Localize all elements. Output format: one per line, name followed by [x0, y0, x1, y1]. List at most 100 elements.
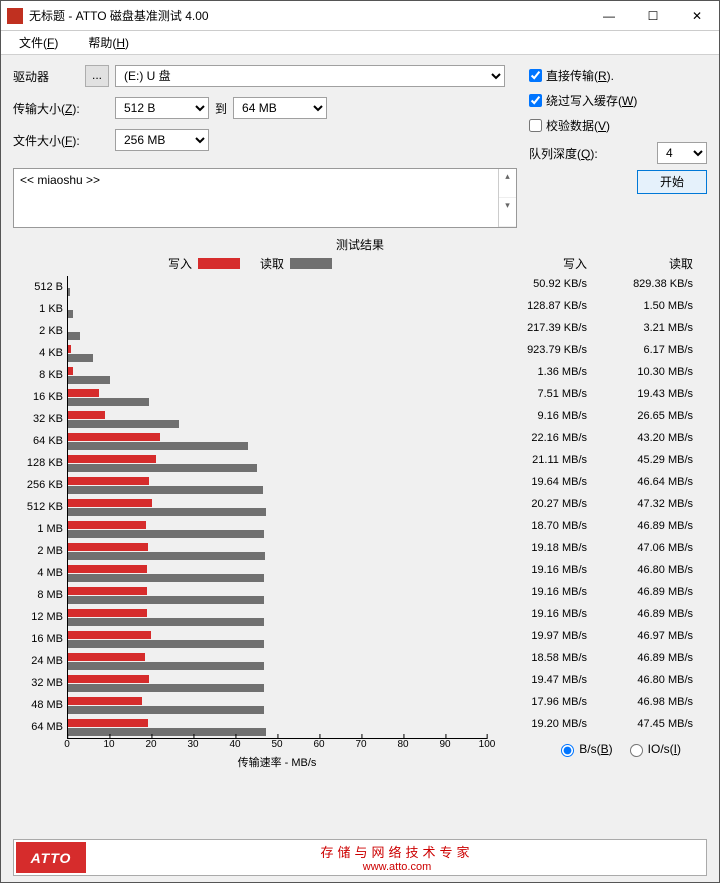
menubar: 文件(F) 帮助(H): [1, 31, 719, 55]
read-bar: [67, 420, 179, 428]
bar-row: [67, 672, 487, 694]
read-bar: [67, 596, 264, 604]
read-bar: [67, 728, 266, 736]
value-row: 923.79 KB/s6.17 MB/s: [491, 339, 693, 361]
start-button[interactable]: 开始: [637, 170, 707, 194]
value-row: 19.16 MB/s46.89 MB/s: [491, 603, 693, 625]
menu-file[interactable]: 文件(F): [7, 32, 70, 53]
results-title: 测试结果: [13, 236, 707, 253]
value-row: 21.11 MB/s45.29 MB/s: [491, 449, 693, 471]
write-swatch: [198, 258, 240, 269]
bar-row: [67, 474, 487, 496]
ylabel: 48 MB: [13, 694, 67, 716]
value-row: 217.39 KB/s3.21 MB/s: [491, 317, 693, 339]
write-bar: [67, 697, 142, 705]
value-row: 19.47 MB/s46.80 MB/s: [491, 669, 693, 691]
footer: ATTO 存储与网络技术专家 www.atto.com: [13, 839, 707, 876]
xtick: 100: [479, 739, 496, 750]
window-buttons: — ☐ ✕: [587, 1, 719, 30]
queue-depth-select[interactable]: 4: [657, 142, 707, 164]
transfer-size-to-select[interactable]: 64 MB: [233, 97, 327, 119]
to-label: 到: [215, 100, 227, 117]
read-bar: [67, 662, 264, 670]
ylabel: 24 MB: [13, 650, 67, 672]
read-bar: [67, 530, 264, 538]
window-title: 无标题 - ATTO 磁盘基准测试 4.00: [29, 7, 587, 24]
value-row: 18.70 MB/s46.89 MB/s: [491, 515, 693, 537]
xtick: 60: [313, 739, 324, 750]
bar-row: [67, 276, 487, 298]
drive-browse-button[interactable]: ...: [85, 65, 109, 87]
transfer-size-label: 传输大小(Z):: [13, 100, 85, 117]
bar-row: [67, 562, 487, 584]
read-bar: [67, 486, 263, 494]
maximize-button[interactable]: ☐: [631, 1, 675, 30]
ylabel: 4 KB: [13, 342, 67, 364]
value-row: 1.36 MB/s10.30 MB/s: [491, 361, 693, 383]
ylabel: 512 KB: [13, 496, 67, 518]
titlebar: 无标题 - ATTO 磁盘基准测试 4.00 — ☐ ✕: [1, 1, 719, 31]
value-row: 128.87 KB/s1.50 MB/s: [491, 295, 693, 317]
footer-url: www.atto.com: [88, 861, 706, 873]
bar-row: [67, 496, 487, 518]
bypass-cache-checkbox[interactable]: 绕过写入缓存(W): [529, 92, 707, 109]
read-bar: [67, 508, 266, 516]
col-read-header: 读取: [587, 255, 693, 272]
chart-xaxis: 传输速率 - MB/s 0102030405060708090100: [67, 738, 487, 768]
menu-help[interactable]: 帮助(H): [76, 32, 141, 53]
ylabel: 8 MB: [13, 584, 67, 606]
value-row: 22.16 MB/s43.20 MB/s: [491, 427, 693, 449]
write-bar: [67, 499, 152, 507]
xtick: 70: [355, 739, 366, 750]
value-row: 17.96 MB/s46.98 MB/s: [491, 691, 693, 713]
queue-depth-label: 队列深度(Q):: [529, 145, 598, 162]
read-swatch: [290, 258, 332, 269]
bar-row: [67, 540, 487, 562]
file-size-select[interactable]: 256 MB: [115, 129, 209, 151]
app-window: 无标题 - ATTO 磁盘基准测试 4.00 — ☐ ✕ 文件(F) 帮助(H)…: [0, 0, 720, 883]
ylabel: 512 B: [13, 276, 67, 298]
ylabel: 1 KB: [13, 298, 67, 320]
description-box[interactable]: << miaoshu >> ▴ ▾: [13, 168, 517, 228]
read-bar: [67, 618, 264, 626]
write-bar: [67, 433, 160, 441]
write-bar: [67, 609, 147, 617]
radio-bs[interactable]: B/s(B): [556, 741, 612, 757]
benchmark-chart: 512 B1 KB2 KB4 KB8 KB16 KB32 KB64 KB128 …: [13, 276, 487, 738]
read-bar: [67, 354, 93, 362]
ylabel: 256 KB: [13, 474, 67, 496]
bar-row: [67, 408, 487, 430]
read-bar: [67, 706, 264, 714]
radio-ios[interactable]: IO/s(I): [625, 741, 681, 757]
ylabel: 32 KB: [13, 408, 67, 430]
xtick: 20: [145, 739, 156, 750]
minimize-button[interactable]: —: [587, 1, 631, 30]
ylabel: 16 MB: [13, 628, 67, 650]
direct-io-checkbox[interactable]: 直接传输(R).: [529, 67, 707, 84]
xtick: 50: [271, 739, 282, 750]
transfer-size-from-select[interactable]: 512 B: [115, 97, 209, 119]
write-bar: [67, 521, 146, 529]
read-bar: [67, 464, 257, 472]
xtick: 30: [187, 739, 198, 750]
value-row: 7.51 MB/s19.43 MB/s: [491, 383, 693, 405]
file-size-label: 文件大小(F):: [13, 132, 85, 149]
xtick: 80: [397, 739, 408, 750]
close-button[interactable]: ✕: [675, 1, 719, 30]
drive-select[interactable]: (E:) U 盘: [115, 65, 505, 87]
verify-data-checkbox[interactable]: 校验数据(V): [529, 117, 707, 134]
spin-down-icon[interactable]: ▾: [499, 198, 516, 227]
write-bar: [67, 587, 147, 595]
ylabel: 4 MB: [13, 562, 67, 584]
write-bar: [67, 477, 149, 485]
write-bar: [67, 565, 147, 573]
read-bar: [67, 376, 110, 384]
xtick: 10: [103, 739, 114, 750]
xaxis-label: 传输速率 - MB/s: [67, 754, 487, 770]
xtick: 0: [64, 739, 70, 750]
value-table: 写入 读取 50.92 KB/s829.38 KB/s128.87 KB/s1.…: [491, 255, 693, 768]
write-bar: [67, 389, 99, 397]
write-bar: [67, 455, 156, 463]
spin-up-icon[interactable]: ▴: [499, 169, 516, 198]
ylabel: 2 MB: [13, 540, 67, 562]
